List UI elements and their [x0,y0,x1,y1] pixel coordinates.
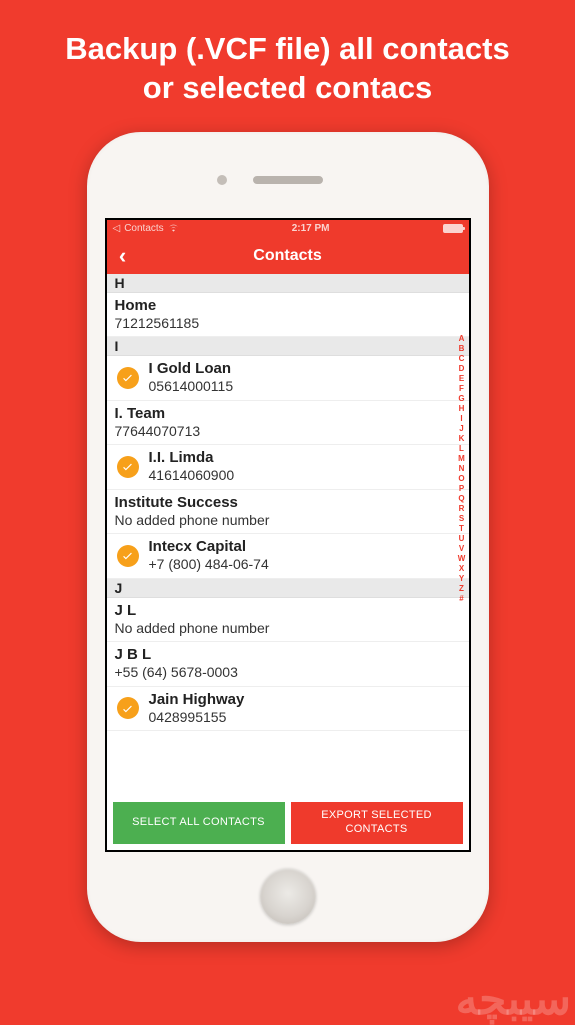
contact-row[interactable]: Intecx Capital+7 (800) 484-06-74 [107,534,469,579]
contact-row-body: I.I. Limda41614060900 [149,449,461,485]
contact-detail: 05614000115 [149,378,461,396]
index-letter[interactable]: T [456,524,468,534]
export-selected-button[interactable]: EXPORT SELECTED CONTACTS [291,802,463,844]
contact-detail: +55 (64) 5678-0003 [115,664,461,682]
contact-row-body: J B L+55 (64) 5678-0003 [115,646,461,682]
promo-title: Backup (.VCF file) all contacts or selec… [0,0,575,118]
contact-row-body: Home71212561185 [115,297,461,333]
index-letter[interactable]: S [456,514,468,524]
index-letter[interactable]: M [456,454,468,464]
export-label-line1: EXPORT SELECTED [321,809,431,821]
page-title: Contacts [107,247,469,265]
status-time: 2:17 PM [183,223,439,234]
index-letter[interactable]: Q [456,494,468,504]
contact-name: I. Team [115,405,461,423]
back-to-app-label[interactable]: Contacts [124,223,163,234]
back-to-app-icon[interactable]: ◁ [113,223,121,234]
contact-name: Intecx Capital [149,538,461,556]
section-header: H [107,274,469,293]
promo-line2: or selected contacs [143,70,432,105]
index-letter[interactable]: C [456,354,468,364]
checkmark-icon[interactable] [117,545,139,567]
select-all-label: SELECT ALL CONTACTS [132,816,265,828]
wifi-icon [168,223,179,235]
contact-name: Home [115,297,461,315]
index-letter[interactable]: R [456,504,468,514]
contact-name: Institute Success [115,494,461,512]
contact-name: I.I. Limda [149,449,461,467]
contact-row-body: I. Team77644070713 [115,405,461,441]
index-letter[interactable]: V [456,544,468,554]
contact-detail: No added phone number [115,620,461,638]
index-letter[interactable]: W [456,554,468,564]
index-letter[interactable]: B [456,344,468,354]
index-letter[interactable]: Y [456,574,468,584]
contact-row[interactable]: Home71212561185 [107,293,469,338]
status-left: ◁ Contacts [113,223,179,235]
index-letter[interactable]: G [456,394,468,404]
index-letter[interactable]: # [456,594,468,604]
contact-detail: 41614060900 [149,467,461,485]
bottom-toolbar: SELECT ALL CONTACTS EXPORT SELECTED CONT… [107,798,469,850]
contact-row-body: Intecx Capital+7 (800) 484-06-74 [149,538,461,574]
home-button[interactable] [260,868,316,924]
index-letter[interactable]: O [456,474,468,484]
index-letter[interactable]: P [456,484,468,494]
checkmark-icon[interactable] [117,367,139,389]
index-letter[interactable]: U [456,534,468,544]
contact-row[interactable]: J LNo added phone number [107,598,469,643]
nav-bar: ‹ Contacts [107,238,469,274]
index-letter[interactable]: I [456,414,468,424]
index-letter[interactable]: N [456,464,468,474]
back-button[interactable]: ‹ [107,238,139,274]
index-letter[interactable]: X [456,564,468,574]
contact-detail: +7 (800) 484-06-74 [149,556,461,574]
contact-name: J L [115,602,461,620]
section-header: J [107,579,469,598]
contact-row-body: Jain Highway0428995155 [149,691,461,727]
contact-name: J B L [115,646,461,664]
contact-name: Jain Highway [149,691,461,709]
contact-row[interactable]: I.I. Limda41614060900 [107,445,469,490]
select-all-button[interactable]: SELECT ALL CONTACTS [113,802,285,844]
contact-name: I Gold Loan [149,360,461,378]
index-letter[interactable]: K [456,434,468,444]
contact-detail: 71212561185 [115,315,461,333]
contact-row-body: Institute SuccessNo added phone number [115,494,461,530]
phone-camera [217,175,227,185]
index-letter[interactable]: L [456,444,468,454]
screen: ◁ Contacts 2:17 PM ‹ Contacts H Home71212… [105,218,471,852]
index-letter[interactable]: J [456,424,468,434]
index-letter[interactable]: H [456,404,468,414]
section-index[interactable]: ABCDEFGHIJKLMNOPQRSTUVWXYZ# [456,334,468,604]
promo-line1: Backup (.VCF file) all contacts [65,31,509,66]
contact-row[interactable]: I. Team77644070713 [107,401,469,446]
index-letter[interactable]: D [456,364,468,374]
checkmark-icon[interactable] [117,697,139,719]
battery-icon [443,224,463,233]
contact-row[interactable]: Jain Highway0428995155 [107,687,469,732]
contact-row-body: J LNo added phone number [115,602,461,638]
phone-frame: ◁ Contacts 2:17 PM ‹ Contacts H Home71212… [87,132,489,942]
index-letter[interactable]: E [456,374,468,384]
contact-row[interactable]: I Gold Loan05614000115 [107,356,469,401]
contact-row[interactable]: Institute SuccessNo added phone number [107,490,469,535]
contact-row-body: I Gold Loan05614000115 [149,360,461,396]
contact-detail: No added phone number [115,512,461,530]
status-bar: ◁ Contacts 2:17 PM [107,220,469,238]
watermark: سیبچه [456,974,571,1025]
chevron-left-icon: ‹ [119,243,126,269]
contact-list[interactable]: HHome71212561185II Gold Loan05614000115I… [107,274,469,798]
index-letter[interactable]: Z [456,584,468,594]
contact-detail: 77644070713 [115,423,461,441]
phone-speaker [253,176,323,184]
checkmark-icon[interactable] [117,456,139,478]
contact-detail: 0428995155 [149,709,461,727]
index-letter[interactable]: F [456,384,468,394]
index-letter[interactable]: A [456,334,468,344]
section-header: I [107,337,469,356]
contact-row[interactable]: J B L+55 (64) 5678-0003 [107,642,469,687]
export-label-line2: CONTACTS [345,823,407,835]
